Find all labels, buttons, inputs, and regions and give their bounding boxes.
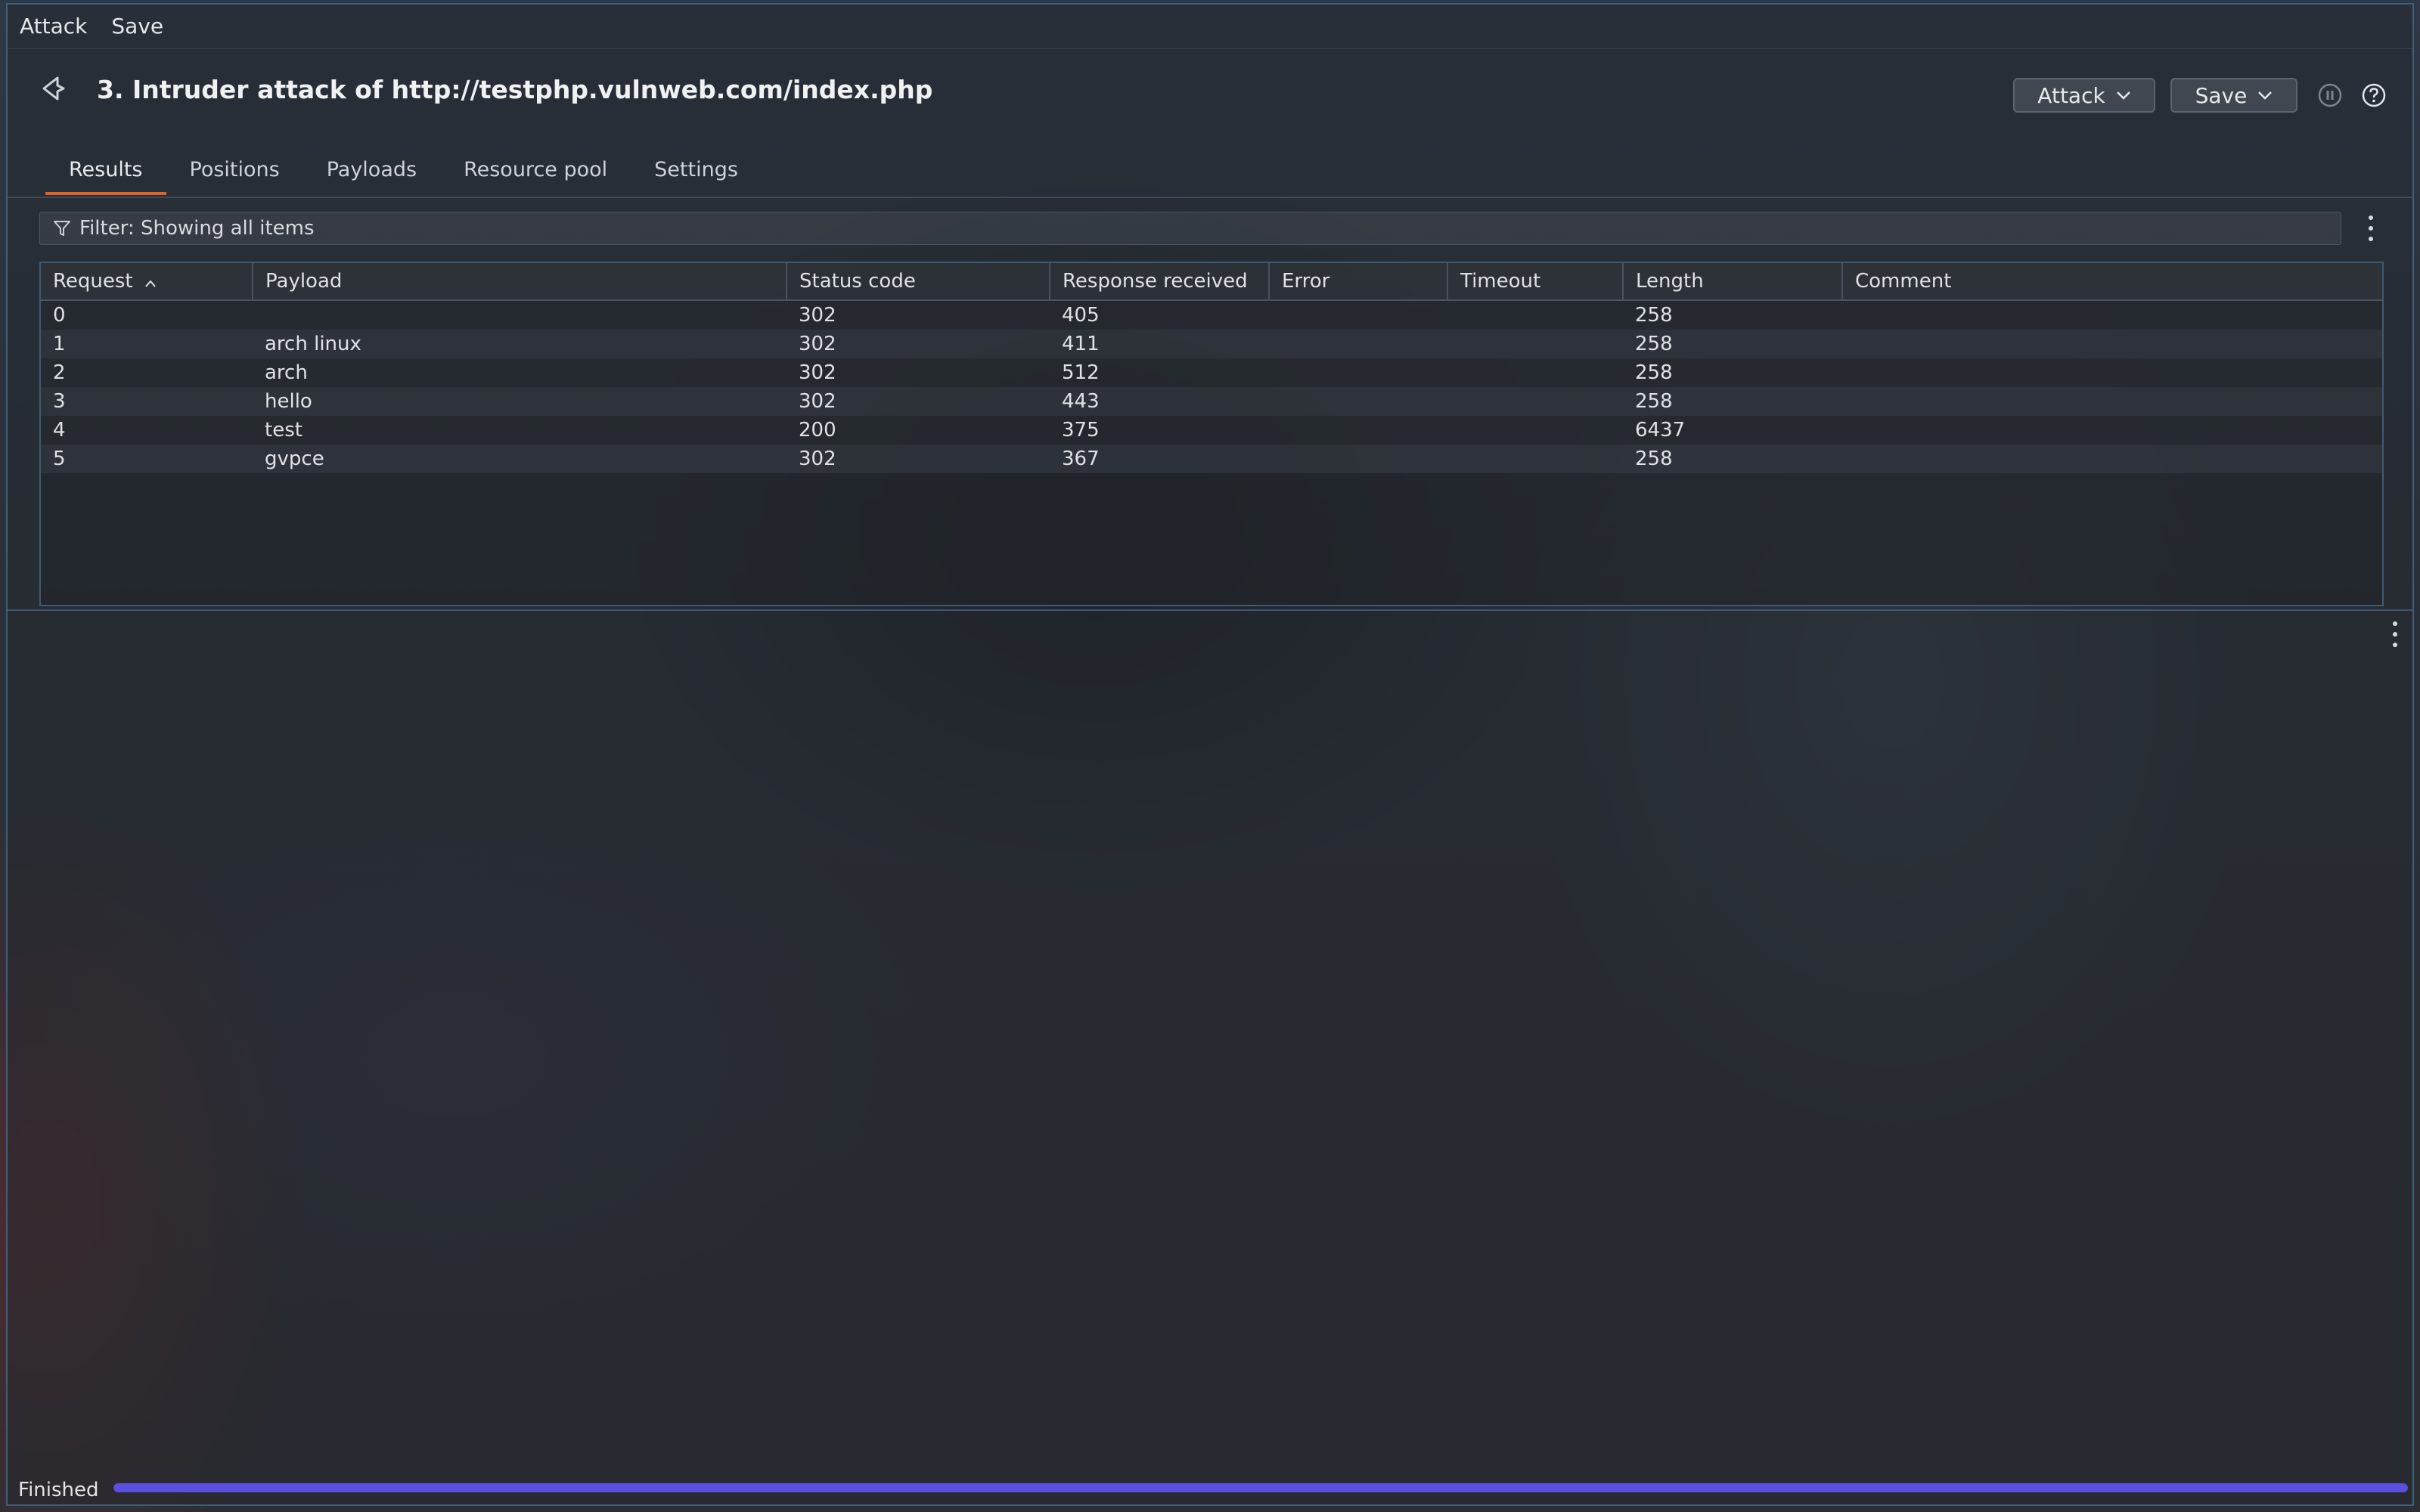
cell-payload: arch: [253, 358, 786, 387]
cell-payload: gvpce: [253, 445, 786, 473]
menu-bar: Attack Save: [8, 5, 2412, 48]
tab-results[interactable]: Results: [45, 148, 166, 195]
save-button-label: Save: [2195, 82, 2248, 108]
cell-timeout: [1447, 416, 1623, 445]
cell-response-received: 411: [1050, 330, 1269, 358]
results-table-container: Request Payload Status code Response rec…: [39, 262, 2384, 606]
cell-request: 5: [41, 445, 253, 473]
page-title: 3. Intruder attack of http://testphp.vul…: [97, 75, 933, 104]
cell-length: 258: [1623, 445, 1842, 473]
filter-bar[interactable]: Filter: Showing all items: [39, 212, 2341, 245]
cell-status-code: 302: [786, 358, 1050, 387]
column-header-response-received[interactable]: Response received: [1050, 263, 1270, 301]
cell-comment: [1842, 445, 2382, 473]
cell-timeout: [1447, 358, 1623, 387]
cell-payload: [253, 300, 786, 330]
table-row[interactable]: 1 arch linux 302 411 258: [41, 330, 2382, 358]
cell-error: [1269, 330, 1447, 358]
cell-status-code: 302: [786, 300, 1050, 330]
cell-payload: test: [253, 416, 786, 445]
cell-timeout: [1447, 300, 1623, 330]
tab-positions[interactable]: Positions: [166, 148, 303, 195]
cell-status-code: 302: [786, 387, 1050, 416]
pause-icon[interactable]: [2317, 82, 2343, 108]
tabs-divider: [8, 197, 2412, 198]
column-header-length[interactable]: Length: [1623, 263, 1843, 301]
attack-progress-bar: [113, 1483, 2408, 1492]
attack-progress-fill: [113, 1483, 2408, 1492]
save-dropdown-button[interactable]: Save: [2170, 78, 2297, 113]
chevron-down-icon: [2258, 91, 2273, 100]
cell-response-received: 405: [1050, 300, 1269, 330]
cell-comment: [1842, 387, 2382, 416]
cell-length: 258: [1623, 387, 1842, 416]
sort-ascending-icon: [145, 280, 156, 287]
cell-payload: hello: [253, 387, 786, 416]
back-arrow-icon[interactable]: [35, 70, 71, 107]
filter-icon: [54, 221, 70, 236]
cell-response-received: 443: [1050, 387, 1269, 416]
cell-error: [1269, 300, 1447, 330]
cell-response-received: 512: [1050, 358, 1269, 387]
intruder-attack-window: Attack Save 3. Intruder attack of http:/…: [6, 3, 2414, 1506]
cell-comment: [1842, 416, 2382, 445]
table-header-row: Request Payload Status code Response rec…: [41, 263, 2382, 301]
cell-payload: arch linux: [253, 330, 786, 358]
cell-length: 258: [1623, 330, 1842, 358]
cell-request: 2: [41, 358, 253, 387]
cell-status-code: 200: [786, 416, 1050, 445]
cell-comment: [1842, 300, 2382, 330]
cell-error: [1269, 445, 1447, 473]
cell-length: 6437: [1623, 416, 1842, 445]
column-header-comment[interactable]: Comment: [1842, 263, 2382, 301]
attack-tabs: Results Positions Payloads Resource pool…: [45, 148, 762, 198]
cell-response-received: 367: [1050, 445, 1269, 473]
column-header-request[interactable]: Request: [41, 263, 253, 301]
panel-splitter[interactable]: [8, 609, 2412, 611]
cell-status-code: 302: [786, 445, 1050, 473]
table-row[interactable]: 3 hello 302 443 258: [41, 387, 2382, 416]
table-options-menu-icon[interactable]: [2367, 215, 2375, 241]
column-header-status-code[interactable]: Status code: [786, 263, 1050, 301]
detail-panel-menu-icon[interactable]: [2391, 621, 2399, 647]
cell-response-received: 375: [1050, 416, 1269, 445]
filter-label: Filter: Showing all items: [79, 217, 315, 240]
attack-header: 3. Intruder attack of http://testphp.vul…: [8, 48, 2412, 122]
tab-resource-pool[interactable]: Resource pool: [440, 148, 631, 195]
attack-button-label: Attack: [2037, 82, 2105, 108]
cell-error: [1269, 358, 1447, 387]
cell-timeout: [1447, 387, 1623, 416]
menu-save[interactable]: Save: [99, 5, 175, 48]
tab-settings[interactable]: Settings: [631, 148, 762, 195]
cell-comment: [1842, 330, 2382, 358]
cell-timeout: [1447, 445, 1623, 473]
cell-timeout: [1447, 330, 1623, 358]
tab-payloads[interactable]: Payloads: [303, 148, 440, 195]
table-row[interactable]: 2 arch 302 512 258: [41, 358, 2382, 387]
cell-request: 0: [41, 300, 253, 330]
cell-status-code: 302: [786, 330, 1050, 358]
attack-status-label: Finished: [18, 1479, 99, 1501]
cell-request: 3: [41, 387, 253, 416]
cell-request: 4: [41, 416, 253, 445]
menu-attack[interactable]: Attack: [8, 5, 99, 48]
column-header-error[interactable]: Error: [1269, 263, 1448, 301]
chevron-down-icon: [2116, 91, 2130, 100]
attack-dropdown-button[interactable]: Attack: [2013, 78, 2155, 113]
cell-comment: [1842, 358, 2382, 387]
cell-request: 1: [41, 330, 253, 358]
cell-error: [1269, 387, 1447, 416]
table-row[interactable]: 5 gvpce 302 367 258: [41, 445, 2382, 473]
cell-length: 258: [1623, 358, 1842, 387]
help-icon[interactable]: [2361, 82, 2387, 108]
column-header-payload[interactable]: Payload: [253, 263, 787, 301]
cell-length: 258: [1623, 300, 1842, 330]
column-header-timeout[interactable]: Timeout: [1447, 263, 1624, 301]
cell-error: [1269, 416, 1447, 445]
results-table: Request Payload Status code Response rec…: [41, 263, 2382, 473]
table-row[interactable]: 0 302 405 258: [41, 300, 2382, 330]
table-row[interactable]: 4 test 200 375 6437: [41, 416, 2382, 445]
